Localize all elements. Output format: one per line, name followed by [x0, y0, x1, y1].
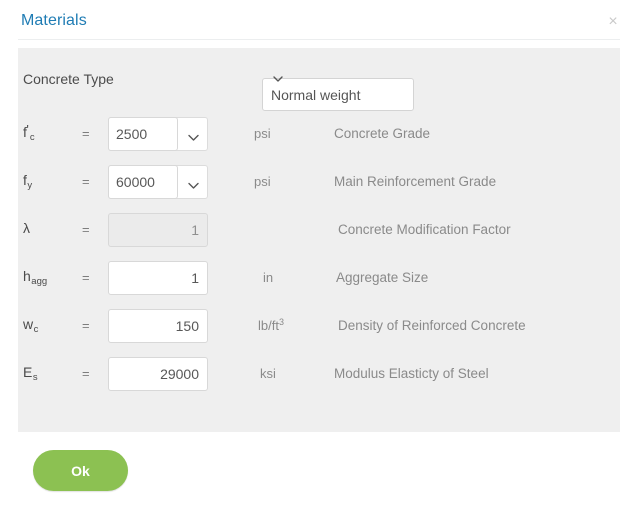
- materials-dialog: Materials × Concrete Type Normal weight …: [0, 0, 638, 519]
- parameter-unit: psi: [254, 174, 271, 189]
- parameter-row: f'c = psi Concrete Grade: [18, 110, 620, 158]
- parameter-row: wc = lb/ft3 Density of Reinforced Concre…: [18, 302, 620, 350]
- concrete-modification-factor-input: [108, 213, 208, 247]
- aggregate-size-input[interactable]: [108, 261, 208, 295]
- modulus-elasticity-input[interactable]: [108, 357, 208, 391]
- equals-sign: =: [82, 174, 90, 189]
- parameter-description: Concrete Grade: [334, 126, 431, 141]
- parameter-symbol: fy: [23, 172, 33, 191]
- concrete-type-label: Concrete Type: [23, 71, 114, 87]
- parameter-description: Main Reinforcement Grade: [334, 174, 497, 189]
- parameter-symbol: λ: [23, 220, 30, 236]
- parameter-symbol: wc: [23, 316, 39, 335]
- parameter-row: fy = psi Main Reinforcement Grade: [18, 158, 620, 206]
- equals-sign: =: [82, 318, 90, 333]
- materials-form-panel: Concrete Type Normal weight f'c = 2500 p…: [18, 48, 620, 432]
- dialog-footer: Ok: [0, 432, 638, 519]
- parameter-unit: lb/ft3: [258, 317, 284, 333]
- parameter-row: λ = Concrete Modification Factor: [18, 206, 620, 254]
- chevron-down-icon[interactable]: [188, 130, 199, 141]
- concrete-grade-input[interactable]: [108, 117, 178, 151]
- concrete-type-select-wrap: Normal weight: [140, 63, 414, 111]
- parameter-symbol: Es: [23, 364, 38, 383]
- parameter-description: Density of Reinforced Concrete: [338, 318, 526, 333]
- parameter-description: Modulus Elasticty of Steel: [334, 366, 489, 381]
- chevron-down-icon[interactable]: [188, 178, 199, 189]
- page-title: Materials: [21, 12, 87, 29]
- equals-sign: =: [82, 126, 90, 141]
- ok-button[interactable]: Ok: [33, 450, 128, 491]
- parameter-description: Aggregate Size: [336, 270, 429, 285]
- parameter-rows: f'c = psi Concrete Grade fy =: [18, 110, 620, 398]
- equals-sign: =: [82, 270, 90, 285]
- close-icon[interactable]: ×: [604, 13, 622, 31]
- parameter-row: Es = ksi Modulus Elasticty of Steel: [18, 350, 620, 398]
- parameter-unit: psi: [254, 126, 271, 141]
- parameter-symbol: hagg: [23, 268, 48, 287]
- concrete-grade-combo[interactable]: [108, 117, 208, 151]
- parameter-row: hagg = in Aggregate Size: [18, 254, 620, 302]
- parameter-unit: in: [263, 270, 274, 285]
- parameter-unit: ksi: [260, 366, 276, 381]
- parameter-symbol: f'c: [23, 122, 35, 143]
- equals-sign: =: [82, 222, 90, 237]
- parameter-description: Concrete Modification Factor: [338, 222, 511, 237]
- reinforcement-grade-input[interactable]: [108, 165, 178, 199]
- concrete-type-row: Concrete Type Normal weight: [18, 48, 620, 111]
- dialog-header: Materials ×: [0, 0, 638, 44]
- concrete-type-select[interactable]: Normal weight: [262, 78, 414, 111]
- header-divider: [18, 39, 620, 40]
- equals-sign: =: [82, 366, 90, 381]
- reinforcement-grade-combo[interactable]: [108, 165, 208, 199]
- density-input[interactable]: [108, 309, 208, 343]
